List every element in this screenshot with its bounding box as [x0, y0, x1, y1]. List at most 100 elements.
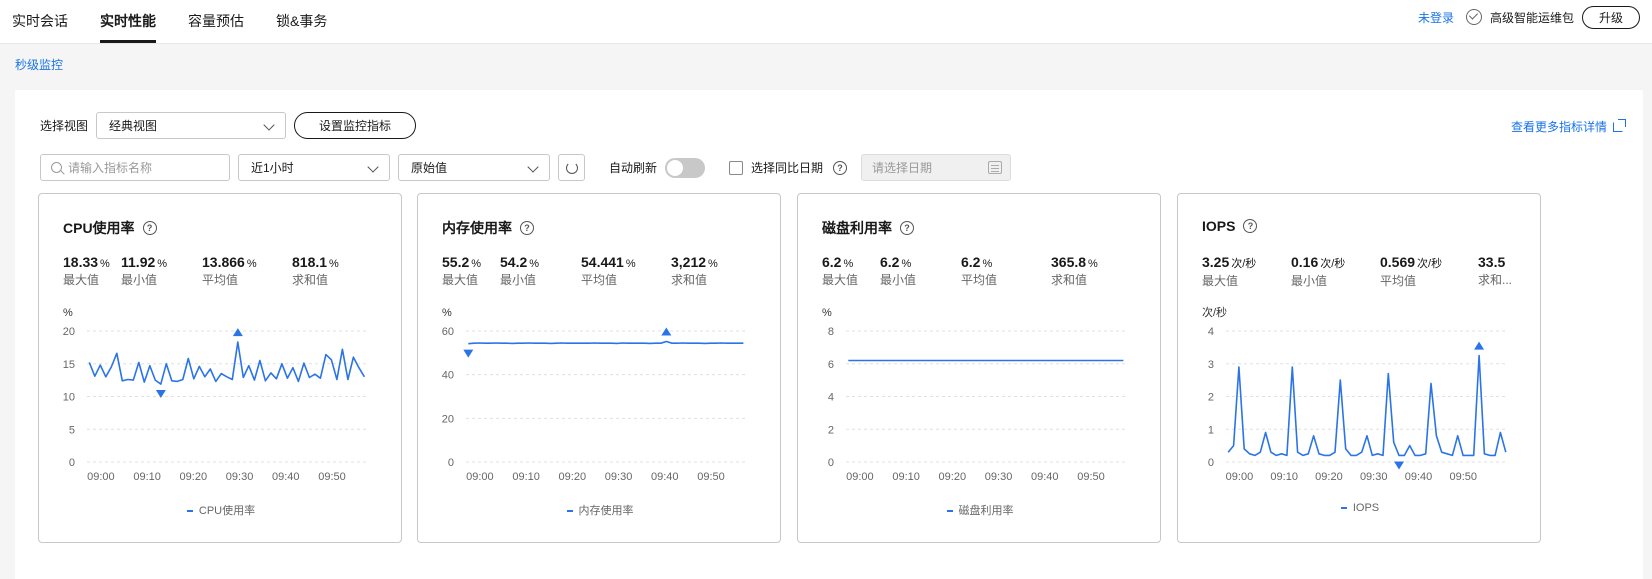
- time-range-select[interactable]: 近1小时: [238, 154, 390, 181]
- upgrade-button[interactable]: 升级: [1581, 5, 1640, 29]
- max-marker-icon: [661, 327, 672, 336]
- view-select[interactable]: 经典视图: [96, 112, 287, 139]
- stat-item: 365.8% 求和值: [1051, 254, 1098, 288]
- stat-value: 6.2: [961, 254, 981, 270]
- more-metrics-link[interactable]: 查看更多指标详情: [1511, 118, 1626, 135]
- stat-item: 55.2% 最大值: [442, 254, 481, 288]
- auto-refresh-toggle[interactable]: [665, 157, 706, 178]
- series-line[interactable]: [468, 340, 744, 345]
- monitor-panel: 选择视图 经典视图 设置监控指标 查看更多指标详情 请输入指标名称 近1小时 原…: [15, 90, 1643, 579]
- x-tick-label: 09:30: [226, 471, 254, 483]
- stat-value: 33.5: [1478, 254, 1506, 270]
- card-title: CPU使用率?: [63, 218, 157, 238]
- date-picker-input[interactable]: 请选择日期: [861, 154, 1012, 181]
- date-placeholder: 请选择日期: [872, 161, 933, 175]
- time-range-value: 近1小时: [251, 161, 294, 175]
- stat-label: 最小值: [500, 273, 537, 287]
- x-tick-label: 09:20: [939, 471, 967, 483]
- metric-card: IOPS? 3.25 次/秒 最大值 0.16 次/秒 最小值 0.569 次/秒 平均值 33.5…: [1177, 193, 1541, 543]
- stat-item: 0.569 次/秒 平均值: [1380, 254, 1442, 289]
- active-tab-indicator: [100, 40, 156, 43]
- y-tick-label: 0: [1208, 457, 1214, 469]
- tab-realtime-session[interactable]: 实时会话: [12, 11, 68, 31]
- filter-toolbar: 请输入指标名称 近1小时 原始值 自动刷新 选择同比日期 ? 请选择日期: [40, 154, 1012, 181]
- value-type-select[interactable]: 原始值: [398, 154, 550, 181]
- stat-label: 最小值: [880, 273, 917, 287]
- chevron-down-icon: [367, 161, 379, 173]
- y-tick-label: 6: [828, 359, 834, 371]
- help-icon[interactable]: ?: [142, 221, 157, 235]
- chart-legend[interactable]: 内存使用率: [418, 502, 780, 518]
- stat-item: 33.5 求和...: [1478, 254, 1512, 288]
- y-tick-label: 10: [63, 392, 75, 404]
- card-title-text: IOPS: [1202, 218, 1236, 234]
- chart-legend[interactable]: 磁盘利用率: [798, 502, 1160, 518]
- stat-unit: %: [471, 258, 482, 270]
- stat-value-row: 6.2%: [961, 254, 997, 270]
- line-chart: % 0 5 10 15 20 09:00 09:10 09:20 09:30 09:40 09:50: [63, 307, 369, 483]
- x-tick-label: 09:50: [318, 471, 346, 483]
- legend-marker: [186, 510, 193, 513]
- card-title-text: CPU使用率: [63, 220, 135, 236]
- second-level-monitor-link[interactable]: 秒级监控: [15, 56, 63, 73]
- stat-unit: %: [529, 258, 540, 270]
- help-icon[interactable]: ?: [1243, 219, 1258, 233]
- x-tick-label: 09:10: [1270, 471, 1298, 483]
- stat-value-row: 3,212%: [671, 254, 718, 270]
- max-marker-icon: [232, 328, 243, 337]
- stat-unit: %: [329, 258, 339, 270]
- line-chart: 次/秒 0 1 2 3 4 09:00 09:10 09:20 09:30 09:40 09:50: [1202, 305, 1508, 483]
- x-tick-label: 09:20: [559, 471, 587, 483]
- chart-legend[interactable]: IOPS: [1178, 502, 1540, 514]
- stat-unit: %: [100, 258, 110, 270]
- stat-item: 13.866% 平均值: [202, 254, 257, 288]
- metric-search-input[interactable]: 请输入指标名称: [40, 154, 230, 181]
- view-toolbar: 选择视图 经典视图 设置监控指标: [40, 112, 417, 139]
- stat-value-row: 54.2%: [500, 254, 539, 270]
- stat-value: 365.8: [1051, 254, 1087, 270]
- stat-item: 6.2% 最小值: [880, 254, 916, 288]
- stat-unit: %: [708, 258, 718, 270]
- value-type-value: 原始值: [411, 161, 448, 175]
- refresh-icon: [565, 161, 578, 174]
- x-tick-label: 09:30: [605, 471, 633, 483]
- stat-unit: %: [625, 258, 636, 270]
- y-tick-label: 20: [442, 413, 454, 425]
- chart-legend[interactable]: CPU使用率: [39, 502, 401, 518]
- help-icon[interactable]: ?: [833, 160, 848, 175]
- stat-value: 13.866: [202, 254, 245, 270]
- stat-unit: %: [246, 258, 257, 270]
- tab-capacity-estimate[interactable]: 容量预估: [188, 11, 244, 31]
- x-tick-label: 09:10: [512, 471, 540, 483]
- stat-label: 最大值: [442, 273, 479, 287]
- set-metrics-button[interactable]: 设置监控指标: [294, 112, 417, 139]
- tab-locks-transactions[interactable]: 锁&事务: [276, 11, 327, 31]
- x-tick-label: 09:30: [985, 471, 1013, 483]
- legend-label: CPU使用率: [198, 505, 256, 517]
- card-title-text: 磁盘利用率: [822, 220, 892, 236]
- compare-date-checkbox[interactable]: [729, 160, 744, 175]
- view-select-value: 经典视图: [109, 119, 158, 133]
- stat-item: 0.16 次/秒 最小值: [1291, 254, 1345, 289]
- series-line[interactable]: [1227, 354, 1507, 457]
- stat-value-row: 6.2%: [822, 254, 858, 270]
- stat-label: 最大值: [63, 273, 100, 287]
- stat-value: 54.441: [581, 254, 624, 270]
- tab-realtime-performance[interactable]: 实时性能: [100, 11, 156, 31]
- stat-label: 最大值: [822, 273, 859, 287]
- x-tick-label: 09:00: [1226, 471, 1254, 483]
- refresh-button[interactable]: [558, 154, 585, 181]
- x-tick-label: 09:30: [1360, 471, 1388, 483]
- x-tick-label: 09:40: [651, 471, 679, 483]
- stat-unit: 次/秒: [1417, 258, 1443, 270]
- y-axis-unit: 次/秒: [1202, 305, 1227, 319]
- login-link[interactable]: 未登录: [1418, 9, 1454, 26]
- stat-value: 0.16: [1291, 254, 1319, 270]
- card-title: 磁盘利用率?: [822, 218, 914, 238]
- help-icon[interactable]: ?: [520, 221, 534, 235]
- stat-label: 最小值: [121, 273, 158, 287]
- card-title: IOPS?: [1202, 218, 1258, 234]
- x-tick-label: 09:50: [697, 471, 725, 483]
- help-icon[interactable]: ?: [900, 221, 914, 235]
- series-line[interactable]: [88, 341, 366, 385]
